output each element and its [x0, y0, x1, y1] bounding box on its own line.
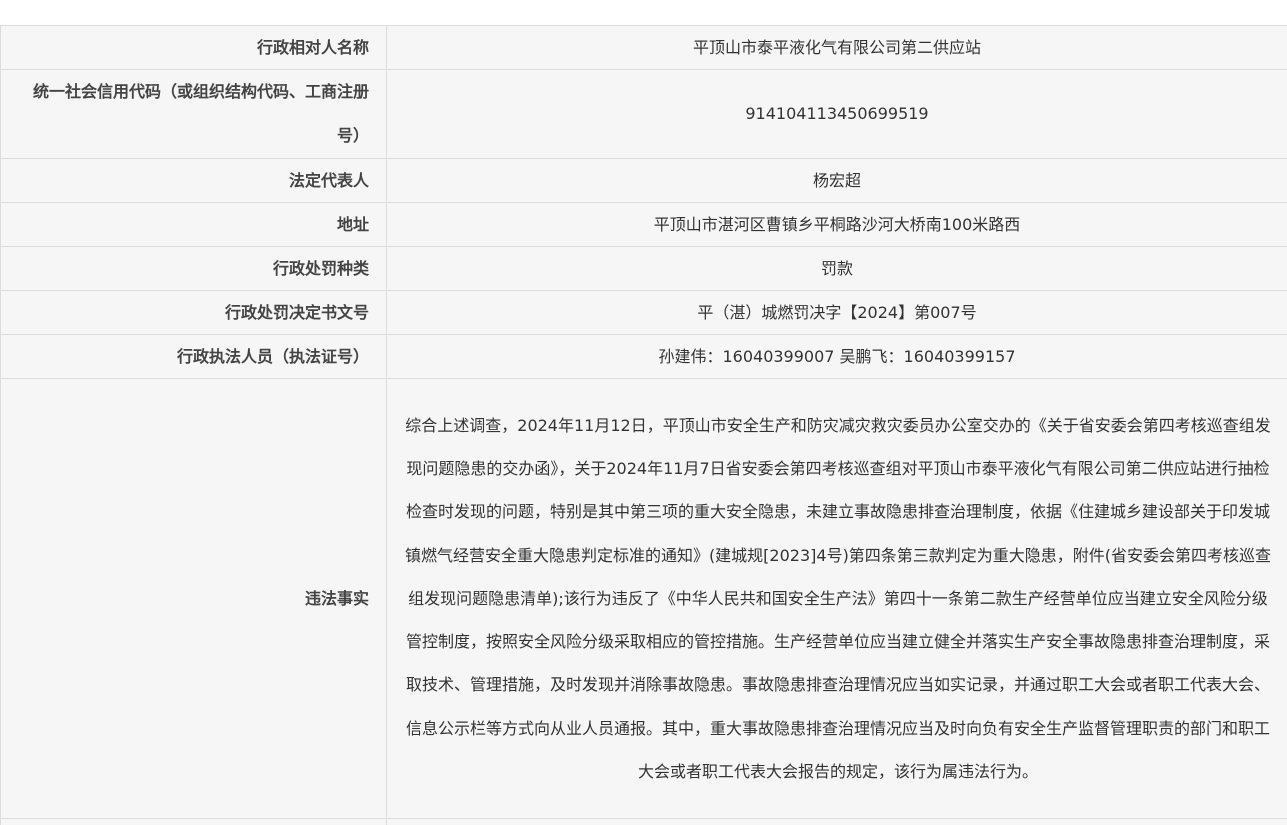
table-row: 行政处罚种类 罚款: [0, 246, 1287, 291]
row-label-partial: [0, 818, 387, 825]
row-value-decision-number: 平（湛）城燃罚决字【2024】第007号: [386, 290, 1287, 335]
row-value-address: 平顶山市湛河区曹镇乡平桐路沙河大桥南100米路西: [386, 202, 1287, 247]
table-row: 违法事实 综合上述调查，2024年11月12日，平顶山市安全生产和防灾减灾救灾委…: [0, 378, 1287, 819]
row-label-decision-number: 行政处罚决定书文号: [0, 290, 387, 335]
row-value-credit-code: 914104113450699519: [386, 69, 1287, 159]
page: 行政相对人名称 平顶山市泰平液化气有限公司第二供应站 统一社会信用代码（或组织结…: [0, 0, 1287, 825]
row-value-violation-facts: 综合上述调查，2024年11月12日，平顶山市安全生产和防灾减灾救灾委员办公室交…: [386, 378, 1287, 819]
table-row: 地址 平顶山市湛河区曹镇乡平桐路沙河大桥南100米路西: [0, 202, 1287, 247]
row-label-violation-facts: 违法事实: [0, 378, 387, 819]
row-label-legal-representative: 法定代表人: [0, 158, 387, 203]
penalty-info-table: 行政相对人名称 平顶山市泰平液化气有限公司第二供应站 统一社会信用代码（或组织结…: [0, 25, 1287, 825]
row-value-penalty-type: 罚款: [386, 246, 1287, 291]
row-value-partial: [386, 818, 1287, 825]
row-label-credit-code: 统一社会信用代码（或组织结构代码、工商注册号）: [0, 69, 387, 159]
row-label-penalty-type: 行政处罚种类: [0, 246, 387, 291]
row-value-legal-representative: 杨宏超: [386, 158, 1287, 203]
table-row: 行政处罚决定书文号 平（湛）城燃罚决字【2024】第007号: [0, 290, 1287, 335]
row-label-enforcement-officers: 行政执法人员（执法证号）: [0, 334, 387, 379]
row-value-party-name: 平顶山市泰平液化气有限公司第二供应站: [386, 25, 1287, 70]
table-row: 法定代表人 杨宏超: [0, 158, 1287, 203]
table-row: [0, 818, 1287, 825]
row-label-address: 地址: [0, 202, 387, 247]
row-value-enforcement-officers: 孙建伟：16040399007 吴鹏飞：16040399157: [386, 334, 1287, 379]
row-label-party-name: 行政相对人名称: [0, 25, 387, 70]
table-row: 行政执法人员（执法证号） 孙建伟：16040399007 吴鹏飞：1604039…: [0, 334, 1287, 379]
table-row: 统一社会信用代码（或组织结构代码、工商注册号） 9141041134506995…: [0, 69, 1287, 159]
table-row: 行政相对人名称 平顶山市泰平液化气有限公司第二供应站: [0, 25, 1287, 70]
